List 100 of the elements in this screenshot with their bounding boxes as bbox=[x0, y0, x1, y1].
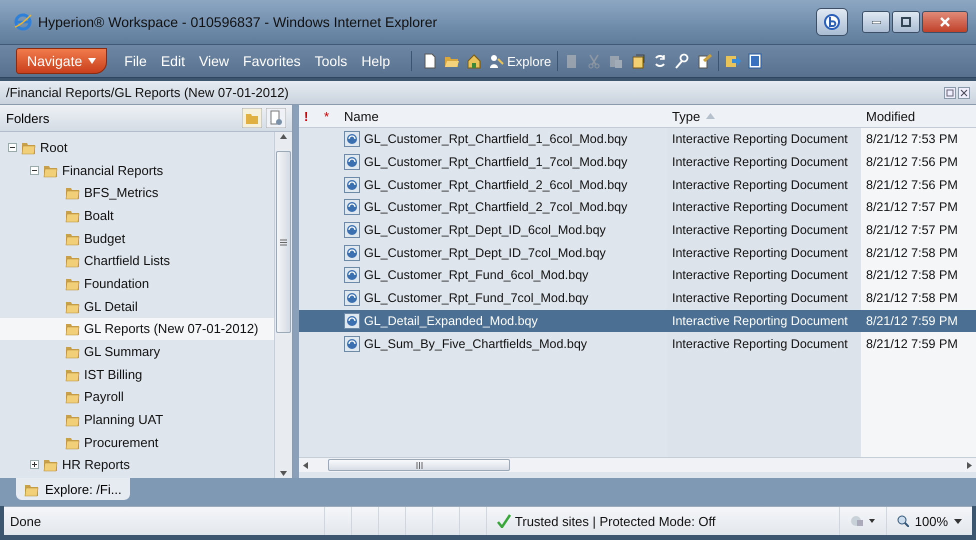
scrollbar[interactable] bbox=[274, 132, 292, 478]
column-header[interactable]: Modified bbox=[861, 105, 976, 127]
file-row[interactable]: GL_Customer_Rpt_Chartfield_2_6col_Mod.bqy Interactive Reporting Document 8/21/12 7:56 PM bbox=[299, 173, 976, 196]
checkmark-icon bbox=[496, 514, 511, 528]
file-name: GL_Customer_Rpt_Dept_ID_7col_Mod.bqy bbox=[364, 246, 606, 260]
tree-item[interactable]: HR Reports bbox=[0, 454, 274, 476]
file-row[interactable]: GL_Customer_Rpt_Chartfield_1_7col_Mod.bqy Interactive Reporting Document 8/21/12 7:56 PM bbox=[299, 150, 976, 174]
caret-icon bbox=[88, 58, 96, 64]
file-row[interactable]: GL_Sum_By_Five_Chartfields_Mod.bqy Interactive Reporting Document 8/21/12 7:59 PM bbox=[299, 332, 976, 355]
close-icon bbox=[958, 86, 970, 98]
file-row[interactable]: GL_Customer_Rpt_Fund_7col_Mod.bqy Interactive Reporting Document 8/21/12 7:58 PM bbox=[299, 286, 976, 310]
expand-icon[interactable] bbox=[30, 460, 39, 470]
home-icon[interactable] bbox=[466, 53, 482, 69]
tree-item[interactable]: Financial Reports bbox=[0, 158, 274, 182]
document-icon bbox=[344, 131, 360, 148]
navigate-button[interactable]: Navigate bbox=[16, 48, 108, 74]
tree-item[interactable]: Boalt bbox=[0, 204, 274, 227]
tree-item[interactable]: Payroll bbox=[0, 386, 274, 408]
browser-icon bbox=[14, 13, 32, 31]
table-cell-text: 8/21/12 7:59 PM bbox=[865, 336, 959, 351]
caret-icon bbox=[954, 518, 962, 524]
table-cell-text: 8/21/12 7:57 PM bbox=[865, 200, 959, 214]
tree-item[interactable]: Budget bbox=[0, 226, 274, 250]
folder-icon bbox=[65, 321, 80, 336]
column-header[interactable]: Type bbox=[667, 105, 861, 127]
menu-item[interactable]: Favorites bbox=[236, 50, 308, 72]
table-cell-text: Interactive Reporting Document bbox=[671, 314, 849, 328]
table-cell-text: Interactive Reporting Document bbox=[671, 132, 849, 146]
document-icon bbox=[344, 336, 360, 352]
table-cell-text: 8/21/12 7:57 PM bbox=[865, 223, 959, 238]
table-cell-text: Interactive Reporting Document bbox=[671, 178, 849, 192]
file-name: GL_Customer_Rpt_Chartfield_2_7col_Mod.bqy bbox=[364, 200, 628, 214]
tree-item[interactable]: Planning UAT bbox=[0, 408, 274, 431]
table-cell-text: 8/21/12 7:58 PM bbox=[865, 291, 959, 306]
document-icon bbox=[344, 312, 360, 329]
zoom-icon bbox=[896, 515, 909, 527]
tree-item[interactable]: GL Detail bbox=[0, 294, 274, 318]
document-icon bbox=[344, 244, 360, 261]
menu-item[interactable]: Help bbox=[354, 50, 398, 72]
file-row[interactable]: GL_Customer_Rpt_Chartfield_2_7col_Mod.bqy Interactive Reporting Document 8/21/12 7:57 PM bbox=[299, 196, 976, 219]
explore-tab[interactable]: Explore: /Fi... bbox=[16, 478, 130, 500]
document-icon bbox=[344, 154, 360, 170]
explore-button[interactable]: Explore bbox=[488, 53, 552, 69]
table-cell-text: 8/21/12 7:58 PM bbox=[865, 246, 959, 260]
file-name: GL_Customer_Rpt_Chartfield_1_7col_Mod.bqy bbox=[364, 155, 628, 170]
file-name: GL_Detail_Expanded_Mod.bqy bbox=[364, 314, 538, 328]
path-label: /Financial Reports/GL Reports (New 07-01-2012) bbox=[6, 85, 290, 100]
security-zone: Trusted sites | Protected Mode: Off bbox=[514, 514, 716, 528]
sort-arrow-icon bbox=[706, 113, 716, 119]
horizontal-scrollbar[interactable] bbox=[299, 457, 976, 472]
tree-item[interactable]: GL Summary bbox=[0, 340, 274, 363]
up-arrow-icon bbox=[280, 134, 287, 139]
table-cell-text: 8/21/12 7:56 PM bbox=[865, 155, 959, 170]
file-row[interactable]: GL_Customer_Rpt_Dept_ID_7col_Mod.bqy Interactive Reporting Document 8/21/12 7:58 PM bbox=[299, 241, 976, 264]
document-icon bbox=[344, 199, 360, 216]
properties-icon[interactable] bbox=[696, 53, 712, 69]
window-title: Hyperion® Workspace - 010596837 - Windows Internet Explorer bbox=[38, 14, 438, 30]
tree-item[interactable]: GL Reports (New 07-01-2012) bbox=[0, 318, 274, 340]
table-cell-text: 8/21/12 7:53 PM bbox=[865, 132, 959, 146]
menu-item[interactable]: Edit bbox=[154, 50, 192, 72]
column-header[interactable]: * bbox=[319, 105, 339, 127]
panel-title: Folders bbox=[6, 110, 50, 126]
restore-icon bbox=[944, 86, 956, 98]
table-cell-text: 8/21/12 7:59 PM bbox=[865, 314, 959, 328]
menu-item[interactable]: Tools bbox=[308, 50, 354, 72]
maximize-button[interactable] bbox=[892, 11, 920, 33]
collapse-icon[interactable] bbox=[8, 142, 17, 152]
minimize-button[interactable] bbox=[862, 11, 890, 33]
person-icon bbox=[488, 53, 504, 69]
export-icon[interactable] bbox=[725, 53, 742, 69]
menu-item[interactable]: File bbox=[117, 50, 154, 72]
toolbar-button[interactable] bbox=[816, 8, 848, 36]
folder-icon bbox=[43, 457, 58, 472]
tree-item[interactable]: BFS_Metrics bbox=[0, 181, 274, 204]
tree-item[interactable]: Foundation bbox=[0, 272, 274, 295]
file-name: GL_Customer_Rpt_Chartfield_1_6col_Mod.bqy bbox=[364, 132, 628, 146]
minimize-icon bbox=[872, 20, 880, 24]
table-cell-text: Interactive Reporting Document bbox=[671, 291, 849, 306]
file-row[interactable]: GL_Customer_Rpt_Fund_6col_Mod.bqy Interactive Reporting Document 8/21/12 7:58 PM bbox=[299, 264, 976, 287]
tree-item[interactable]: IST Billing bbox=[0, 362, 274, 386]
table-cell-text: Interactive Reporting Document bbox=[671, 200, 849, 214]
tree-item[interactable]: Root bbox=[0, 136, 274, 159]
new-document-icon[interactable] bbox=[422, 53, 438, 69]
tree-item[interactable]: Procurement bbox=[0, 430, 274, 454]
collapse-icon[interactable] bbox=[30, 166, 39, 175]
file-name: GL_Customer_Rpt_Dept_ID_6col_Mod.bqy bbox=[364, 223, 606, 238]
menu-item[interactable]: View bbox=[192, 50, 236, 72]
folder-icon bbox=[65, 389, 80, 404]
file-row[interactable]: GL_Detail_Expanded_Mod.bqy Interactive Reporting Document 8/21/12 7:59 PM bbox=[299, 310, 976, 332]
down-arrow-icon bbox=[280, 471, 287, 476]
document-icon bbox=[344, 176, 360, 193]
column-header[interactable]: Name bbox=[339, 105, 667, 127]
file-row[interactable]: GL_Customer_Rpt_Dept_ID_6col_Mod.bqy Interactive Reporting Document 8/21/12 7:57 PM bbox=[299, 218, 976, 242]
file-row[interactable]: GL_Customer_Rpt_Chartfield_1_6col_Mod.bqy Interactive Reporting Document 8/21/12 7:53 PM bbox=[299, 128, 976, 151]
column-header[interactable]: ! bbox=[299, 105, 319, 127]
close-button[interactable] bbox=[922, 11, 968, 33]
document-icon[interactable] bbox=[266, 108, 286, 128]
document-icon bbox=[344, 222, 360, 238]
tree-item[interactable]: Chartfield Lists bbox=[0, 249, 274, 272]
document-icon bbox=[344, 290, 360, 306]
